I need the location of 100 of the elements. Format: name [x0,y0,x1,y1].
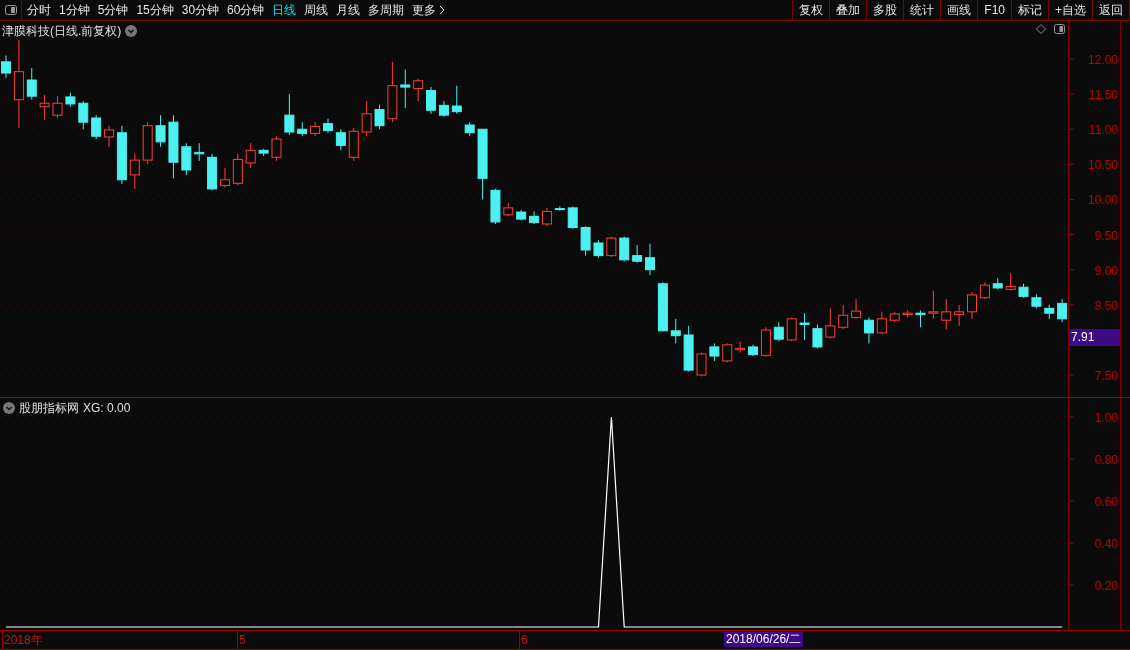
candle [26,67,37,101]
candle [954,304,965,327]
candle [889,311,900,323]
period-tab[interactable]: 多周期 [368,1,405,19]
candle [967,291,977,320]
panel-toggle-icon[interactable] [1054,24,1065,34]
date-tick: 6 [519,631,528,649]
candle [580,225,591,257]
axis-label: 0.60 [1094,495,1118,509]
toolbar-button[interactable]: 统计 [904,0,942,20]
candle [245,142,256,169]
candle [722,342,733,363]
candle [39,94,50,121]
candle [645,243,655,276]
period-tab[interactable]: 月线 [336,1,361,19]
axis-label: 9.50 [1094,228,1118,243]
candle [400,69,411,109]
panel-toggle-icon[interactable] [4,5,17,15]
axis-label: 0.40 [1094,537,1118,551]
candle [1018,283,1029,299]
candle [490,188,501,225]
candle [928,290,939,320]
candle [78,100,89,130]
candle [142,121,153,165]
stock-title: 津膜科技(日线.前复权) [2,23,122,40]
period-tab[interactable]: 1分钟 [59,1,90,19]
candle [168,114,179,179]
candle [451,85,462,115]
axis-label: 9.00 [1094,263,1118,278]
candle [232,153,243,186]
candle [838,304,849,330]
axis-label: 11.50 [1088,88,1118,103]
candle [992,277,1003,290]
date-tick: 2018年 [2,631,43,649]
candle [374,104,385,130]
candle [554,205,565,212]
candle [541,207,552,227]
toolbar-button[interactable]: 标记 [1012,0,1049,20]
candle [915,309,926,328]
candle [632,244,643,264]
candle [65,92,76,108]
period-tab[interactable]: 日线 [272,1,297,19]
toolbar-button[interactable]: 叠加 [830,0,868,20]
indicator-title: 股朋指标网 [19,400,79,417]
dropdown-icon[interactable] [125,25,138,37]
candle [670,318,681,344]
candle [812,323,823,349]
candle [387,61,398,123]
candle [825,307,836,339]
period-tab[interactable]: 30分钟 [181,1,220,19]
axis-label: 1.00 [1094,411,1118,425]
candle [335,128,346,151]
candle [657,281,668,332]
candle [696,352,707,377]
period-tab[interactable]: 周线 [304,1,329,19]
period-tab[interactable]: 60分钟 [227,1,265,19]
chevron-icon [439,5,446,15]
candle [464,121,475,137]
axis-label: 10.50 [1087,158,1118,173]
toolbar-button[interactable]: 复权 [793,0,831,20]
date-tick: 5 [237,631,246,649]
candle [284,93,295,136]
candle [1044,304,1055,320]
candle [91,114,102,140]
candle [1,55,11,79]
cursor-date-label: 2018/06/26/二 [724,632,804,647]
candle [297,121,308,137]
candle [529,210,540,225]
candle [593,239,604,259]
candle [413,78,424,102]
toolbar-button[interactable]: F10 [978,0,1012,20]
candle [181,142,192,176]
candle [503,202,514,217]
candle [567,205,578,230]
candle [773,321,784,342]
period-tab[interactable]: 5分钟 [97,1,129,19]
dropdown-icon[interactable] [3,402,15,414]
axis-label: 0.20 [1094,579,1118,593]
candle [271,135,282,162]
candle [619,236,630,262]
candle [52,95,63,119]
candle [902,309,913,318]
period-tab[interactable]: 15分钟 [136,1,174,19]
candle [258,148,269,157]
candle [683,325,694,372]
axis-label: 0.80 [1094,453,1118,467]
axis-label: 8.50 [1094,298,1118,313]
candle [516,209,527,221]
candle [863,316,874,344]
period-tab[interactable]: 分时 [27,1,51,19]
candle [348,127,359,162]
candle [709,342,720,362]
candle [1031,293,1042,309]
period-tab[interactable]: 更多 [412,1,446,19]
candle [194,142,205,162]
toolbar-button[interactable]: 多股 [867,0,905,20]
toolbar-button[interactable]: +自选 [1049,0,1093,20]
candle [1057,298,1068,323]
toolbar-button[interactable]: 返回 [1093,0,1130,20]
toolbar-button[interactable]: 画线 [941,0,979,20]
